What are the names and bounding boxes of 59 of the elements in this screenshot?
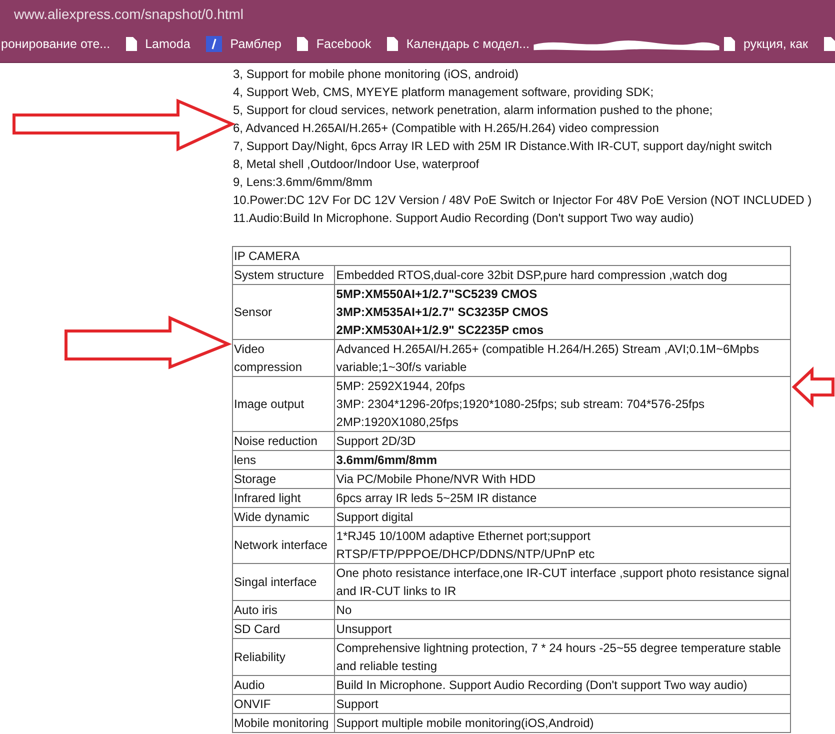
- table-title: IP CAMERA: [232, 246, 790, 266]
- table-cell: Mobile monitoring: [232, 714, 335, 732]
- page-icon: [297, 37, 308, 51]
- table-cell: Via PC/Mobile Phone/NVR With HDD: [334, 470, 790, 488]
- table-cell: Infrared light: [232, 488, 335, 508]
- table-cell: Auto iris: [232, 600, 335, 620]
- table-cell: Unsupport: [334, 620, 790, 638]
- bookmark[interactable]: Календарь с модел...: [387, 37, 530, 51]
- table-cell: Support 2D/3D: [334, 432, 790, 450]
- table-cell: No: [334, 600, 790, 620]
- table-cell: Network interface: [232, 526, 335, 564]
- table-cell: lens: [232, 450, 335, 470]
- page-icon: [824, 37, 835, 51]
- table-cell: Noise reduction: [232, 432, 335, 450]
- table-cell: SD Card: [232, 620, 335, 638]
- table-cell: System structure: [232, 266, 335, 284]
- table-cell: Sensor: [232, 284, 335, 340]
- table-cell: 1*RJ45 10/100M adaptive Ethernet port;support RTSP/FTP/PPPOE/DHCP/DDNS/NTP/UPnP etc: [334, 526, 790, 564]
- table-cell: Comprehensive lightning protection, 7 * 24 hours -25~55 degree temperature stable and reliable testing: [334, 638, 790, 676]
- table-cell: 3.6mm/6mm/8mm: [334, 450, 790, 470]
- table-cell: Storage: [232, 470, 335, 488]
- bookmark[interactable]: [824, 37, 835, 51]
- bookmark[interactable]: Рамблер: [206, 36, 282, 52]
- feature-line: 11.Audio:Build In Microphone. Support Audio Recording (Don't support Two way audio): [233, 210, 695, 227]
- bookmark[interactable]: Facebook: [297, 37, 372, 51]
- feature-line: 5, Support for cloud services, network penetration, alarm information pushed to the phone;: [233, 102, 714, 119]
- feature-line: 3, Support for mobile phone monitoring (iOS, android): [233, 66, 520, 83]
- table-cell: Embedded RTOS,dual-core 32bit DSP,pure hard compression ,watch dog: [334, 266, 790, 284]
- feature-line: 6, Advanced H.265AI/H.265+ (Compatible with H.265/H.264) video compression: [233, 120, 660, 137]
- slash-icon: [206, 36, 222, 52]
- page-icon: [126, 37, 138, 51]
- feature-line: 7, Support Day/Night, 6pcs Array IR LED with 25M IR Distance.With IR-CUT, support day/night switch: [233, 138, 773, 155]
- table-cell: 6pcs array IR leds 5~25M IR distance: [334, 488, 790, 508]
- table-cell: Support: [334, 694, 790, 714]
- table-cell: Image output: [232, 376, 335, 432]
- table-cell: 5MP:XM550AI+1/2.7"SC5239 CMOS 3MP:XM535AI+1/2.7" SC3235P CMOS 2MP:XM530AI+1/2.9" SC2235P cmos: [334, 284, 790, 340]
- table-cell: Wide dynamic: [232, 508, 335, 526]
- table-cell: Video compression: [232, 340, 335, 376]
- page-icon: [387, 37, 398, 51]
- table-cell: Support digital: [334, 508, 790, 526]
- bookmark[interactable]: рукция, как: [724, 37, 808, 51]
- table-cell: Audio: [232, 676, 335, 694]
- annotation-arrow: [792, 366, 834, 408]
- bookmark[interactable]: Lamoda: [126, 37, 190, 51]
- table-cell: Build In Microphone. Support Audio Recording (Don't support Two way audio): [334, 676, 790, 694]
- table-cell: One photo resistance interface,one IR-CUT interface ,support photo resistance signal and IR-CUT links to IR: [334, 564, 790, 600]
- table-cell: Singal interface: [232, 564, 335, 600]
- feature-line: 9, Lens:3.6mm/6mm/8mm: [233, 174, 374, 191]
- feature-line: 10.Power:DC 12V For DC 12V Version / 48V PoE Switch or Injector For 48V PoE Version (NOT INCLUDED ): [233, 192, 813, 209]
- page-icon: [724, 37, 736, 51]
- table-cell: Support multiple mobile monitoring(iOS,Android): [334, 714, 790, 732]
- bookmark[interactable]: ронирование оте...: [1, 37, 110, 51]
- table-cell: ONVIF: [232, 694, 335, 714]
- table-cell: 5MP: 2592X1944, 20fps 3MP: 2304*1296-20fps;1920*1080-25fps; sub stream: 704*576-25fps 2MP:1920X1080,25fps: [334, 376, 790, 432]
- feature-line: 8, Metal shell ,Outdoor/Indoor Use, waterproof: [233, 156, 480, 173]
- feature-line: 4, Support Web, CMS, MYEYE platform management software, providing SDK;: [233, 84, 655, 101]
- table-cell: Advanced H.265AI/H.265+ (compatible H.264/H.265) Stream ,AVI;0.1M~6Mpbs variable;1~30f/s variable: [334, 340, 790, 376]
- address-bar[interactable]: www.aliexpress.com/snapshot/0.html: [14, 6, 244, 22]
- table-cell: Reliability: [232, 638, 335, 676]
